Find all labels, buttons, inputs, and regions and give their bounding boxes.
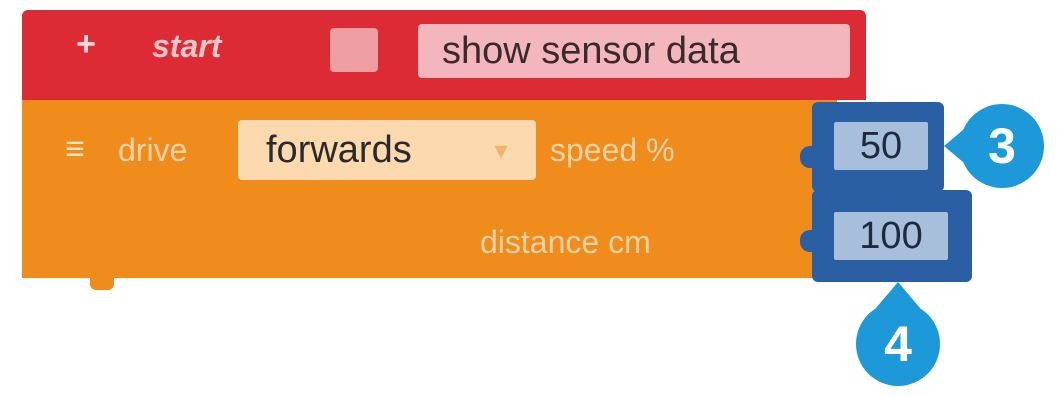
speed-label: speed %: [550, 132, 675, 168]
direction-dropdown-value: forwards: [266, 129, 412, 171]
callout-badge-3: 3: [960, 104, 1044, 188]
distance-label: distance cm: [480, 224, 651, 260]
drive-block-connector: [90, 278, 114, 290]
drag-handle-icon[interactable]: ≡: [60, 128, 90, 170]
sensor-data-dropdown[interactable]: show sensor data: [418, 24, 850, 78]
distance-input[interactable]: 100: [834, 212, 948, 260]
expand-plus-icon[interactable]: +: [70, 27, 102, 61]
speed-input[interactable]: 50: [834, 122, 928, 170]
chevron-down-icon[interactable]: ▾: [486, 136, 516, 164]
sensor-data-dropdown-value: show sensor data: [442, 30, 740, 72]
callout-badge-4: 4: [856, 302, 940, 386]
drive-label: drive: [118, 132, 188, 168]
start-label: start: [152, 28, 222, 64]
start-checkbox[interactable]: [330, 28, 378, 72]
